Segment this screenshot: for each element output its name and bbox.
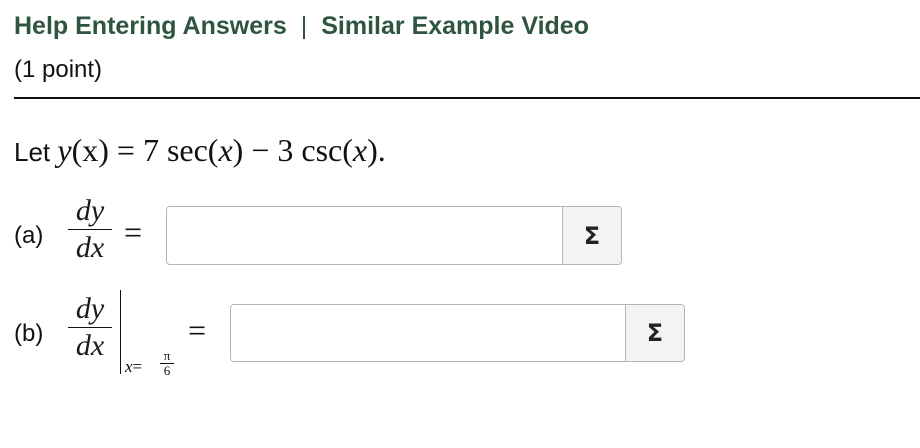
part-b-sub-fraction: π 6 [160,348,174,378]
part-b-answer-box: Σ [230,304,685,362]
problem-rest3: ). [367,132,386,168]
similar-example-video-link[interactable]: Similar Example Video [321,12,589,40]
divider [14,97,920,99]
help-entering-answers-link[interactable]: Help Entering Answers [14,12,287,40]
problem-x: (x) [71,132,109,168]
part-b-fraction-bar [68,327,112,328]
part-b-equation-editor-button[interactable]: Σ [625,305,684,361]
problem-rest2: ) − 3 csc( [232,132,353,168]
part-b-denominator: dx [75,329,105,362]
part-a-label: (a) [14,222,44,249]
part-a-fraction-bar [68,229,112,230]
part-a-equation-editor-button[interactable]: Σ [562,207,621,264]
part-b-numerator: dy [75,292,105,325]
problem-x3: x [352,132,368,168]
part-b-equals: = [188,312,207,348]
sigma-icon: Σ [583,221,601,250]
part-b-evaluation-bar [120,290,121,374]
part-b-subscript: x= [125,357,142,377]
sigma-icon: Σ [646,319,664,347]
part-b-label: (b) [14,320,44,347]
part-a-denominator: dx [75,231,105,264]
part-b-sub-var: x [125,357,133,376]
part-b-answer-input[interactable] [231,305,625,361]
part-b-derivative: dy dx [68,294,112,361]
header-links: Help Entering Answers | Similar Example Vi… [14,12,589,41]
part-a-equals: = [124,214,143,250]
part-a-numerator: dy [75,194,105,227]
part-b-sub-num: π [163,348,171,363]
header-separator: | [300,12,308,40]
part-a-derivative: dy dx [68,196,112,263]
part-a-answer-box: Σ [166,206,622,265]
part-b-sub-eq: = [132,357,143,376]
problem-statement: Let y(x) = 7 sec(x) − 3 csc(x). [14,132,386,169]
part-a-answer-input[interactable] [167,207,562,264]
problem-equation: y(x) = 7 sec(x) − 3 csc(x). [57,132,385,168]
problem-y: y [57,132,72,168]
problem-rest: = 7 sec( [108,132,219,168]
part-b-sub-den: 6 [163,363,171,378]
problem-x2: x [218,132,233,168]
problem-prefix: Let [14,137,58,167]
point-value: (1 point) [14,56,103,83]
